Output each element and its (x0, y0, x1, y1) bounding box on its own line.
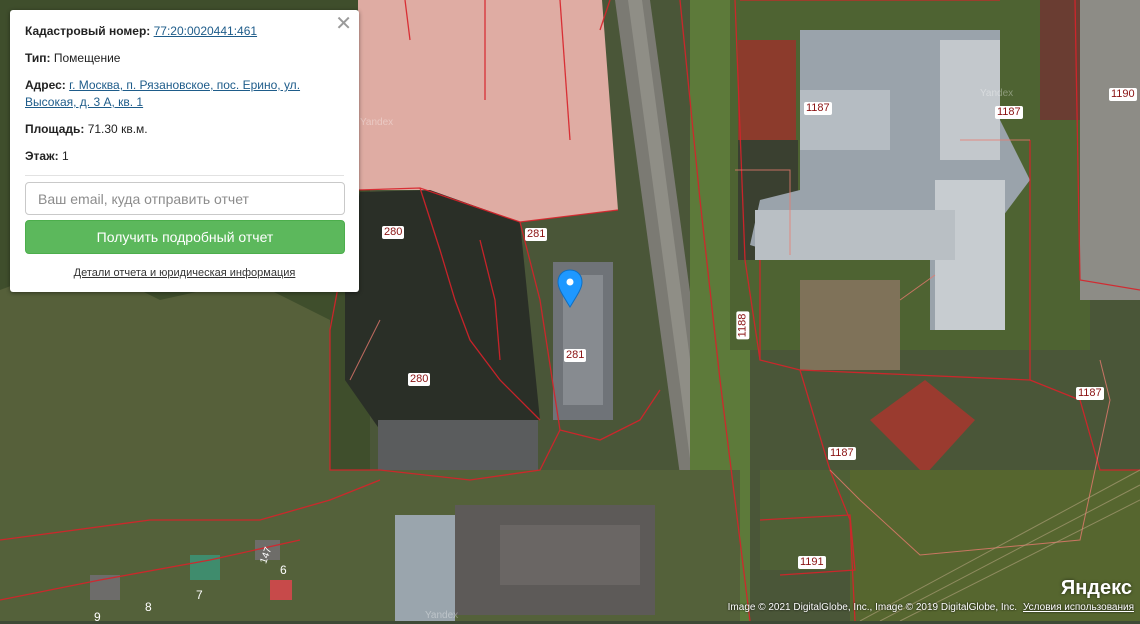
house-number: 7 (196, 588, 203, 602)
map-watermark: Yandex (425, 610, 459, 621)
floor-value: 1 (61, 149, 69, 163)
divider (25, 175, 344, 176)
terms-of-use-link[interactable]: Условия использования (1023, 602, 1134, 613)
parcel-label[interactable]: 280 (408, 373, 431, 386)
get-report-button[interactable]: Получить подробный отчет (25, 220, 345, 254)
type-value: Помещение (53, 51, 121, 65)
area-value: 71.30 кв.м. (87, 122, 148, 136)
map-attribution: Image © 2021 DigitalGlobe, Inc., Image ©… (728, 602, 1134, 613)
parcel-label[interactable]: 1187 (828, 447, 856, 460)
map-watermark: Yandex (360, 117, 394, 128)
cadastral-label: Кадастровый номер: (25, 24, 151, 38)
parcel-label[interactable]: 280 (382, 226, 405, 239)
yandex-logo: Яндекс (1060, 577, 1132, 599)
parcel-label[interactable]: 1190 (1109, 88, 1137, 101)
email-input[interactable] (25, 182, 345, 215)
house-number: 8 (145, 600, 152, 614)
parcel-label[interactable]: 1187 (1076, 387, 1104, 400)
parcel-info-popup: ✕ Кадастровый номер: 77:20:0020441:461 Т… (10, 10, 359, 292)
copyright-text: Image © 2021 DigitalGlobe, Inc., Image ©… (727, 602, 1017, 613)
report-details-link[interactable]: Детали отчета и юридическая информация (25, 267, 344, 279)
cadastral-row: Кадастровый номер: 77:20:0020441:461 (25, 23, 344, 40)
close-icon[interactable]: ✕ (335, 14, 352, 34)
address-label: Адрес: (25, 78, 66, 92)
parcel-label[interactable]: 281 (525, 228, 548, 241)
map-watermark: Yandex (980, 88, 1014, 99)
area-label: Площадь: (25, 122, 85, 136)
address-row: Адрес: г. Москва, п. Рязановское, пос. Е… (25, 77, 344, 111)
house-number: 6 (280, 563, 287, 577)
house-number: 9 (94, 610, 101, 624)
floor-row: Этаж: 1 (25, 148, 344, 165)
parcel-label[interactable]: 1187 (804, 102, 832, 115)
area-row: Площадь: 71.30 кв.м. (25, 121, 344, 138)
type-label: Тип: (25, 51, 51, 65)
floor-label: Этаж: (25, 149, 59, 163)
cadastral-number-link[interactable]: 77:20:0020441:461 (154, 24, 257, 38)
parcel-label[interactable]: 1187 (995, 106, 1023, 119)
address-link[interactable]: г. Москва, п. Рязановское, пос. Ерино, у… (25, 78, 300, 109)
type-row: Тип: Помещение (25, 50, 344, 67)
parcel-label[interactable]: 281 (564, 349, 587, 362)
parcel-label[interactable]: 1188 (736, 311, 750, 340)
parcel-label[interactable]: 1191 (798, 556, 826, 569)
